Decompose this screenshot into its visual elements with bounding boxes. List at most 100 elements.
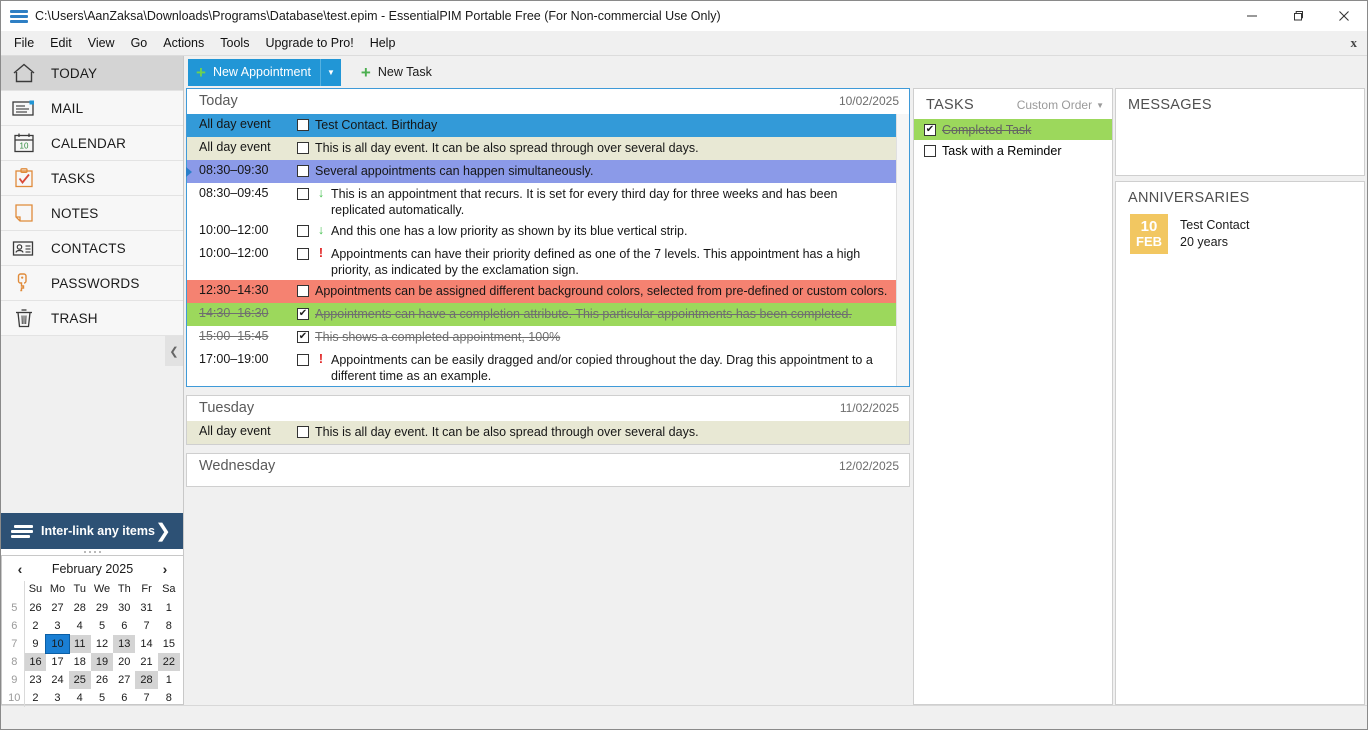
calendar-day-cell[interactable]: 8 [158, 617, 180, 635]
appointment-scrollbar[interactable] [896, 114, 909, 386]
minimize-button[interactable] [1229, 1, 1275, 31]
calendar-day-cell[interactable]: 29 [91, 599, 113, 617]
sidebar-item-trash[interactable]: TRASH [1, 301, 183, 336]
calendar-day-cell[interactable]: 5 [91, 689, 113, 707]
menu-go[interactable]: Go [123, 33, 156, 53]
maximize-button[interactable] [1275, 1, 1321, 31]
calendar-day-cell[interactable]: 14 [135, 635, 157, 653]
calendar-day-cell[interactable]: 1 [158, 599, 180, 617]
inter-link-bar[interactable]: Inter-link any items ❯ [1, 513, 183, 549]
calendar-day-cell[interactable]: 17 [46, 653, 68, 671]
task-row[interactable]: Task with a Reminder [914, 140, 1112, 161]
calendar-day-cell[interactable]: 27 [46, 599, 68, 617]
task-row[interactable]: ✔ Completed Task [914, 119, 1112, 140]
tasks-sort-dropdown[interactable]: Custom Order ▼ [1017, 98, 1104, 112]
appointment-checkbox[interactable] [297, 188, 309, 200]
calendar-day-cell[interactable]: 6 [113, 617, 135, 635]
calendar-day-cell[interactable]: 23 [24, 671, 46, 689]
calendar-day-cell[interactable]: 6 [113, 689, 135, 707]
calendar-day-cell[interactable]: 7 [135, 617, 157, 635]
menu-actions[interactable]: Actions [155, 33, 212, 53]
appointment-checkbox[interactable] [297, 354, 309, 366]
menu-file[interactable]: File [6, 33, 42, 53]
appointment-checkbox[interactable] [297, 165, 309, 177]
calendar-day-cell[interactable]: 2 [24, 689, 46, 707]
menu-help[interactable]: Help [362, 33, 404, 53]
sidebar-item-notes[interactable]: NOTES [1, 196, 183, 231]
appointment-row[interactable]: 12:30–14:30 Appointments can be assigned … [187, 280, 896, 303]
new-appointment-dropdown[interactable]: ▼ [319, 58, 341, 86]
calendar-day-cell[interactable]: 16 [24, 653, 47, 671]
calendar-day-cell[interactable]: 11 [68, 635, 91, 653]
calendar-day-cell[interactable]: 28 [69, 599, 91, 617]
calendar-day-cell[interactable]: 24 [46, 671, 68, 689]
appointment-row[interactable]: 14:30–16:30 ✔ Appointments can have a comp… [187, 303, 896, 326]
appointment-row[interactable]: 08:30–09:45 ↓ This is an appointment that … [187, 183, 896, 220]
calendar-day-cell[interactable]: 18 [69, 653, 91, 671]
appointment-checkbox[interactable]: ✔ [297, 308, 309, 320]
calendar-day-cell[interactable]: 27 [113, 671, 135, 689]
next-month-button[interactable]: › [158, 561, 172, 577]
collapse-sidebar-button[interactable]: ❮ [165, 336, 183, 366]
new-task-button[interactable]: + New Task [355, 59, 438, 86]
sidebar-item-today[interactable]: TODAY [1, 56, 183, 91]
appointment-checkbox[interactable] [297, 426, 309, 438]
sidebar-item-passwords[interactable]: PASSWORDS [1, 266, 183, 301]
calendar-day-cell[interactable]: 2 [24, 617, 46, 635]
menu-tools[interactable]: Tools [212, 33, 257, 53]
prev-month-button[interactable]: ‹ [13, 561, 27, 577]
calendar-day-cell[interactable]: 22 [157, 653, 180, 671]
appointment-row[interactable]: All day event Test Contact. Birthday [187, 114, 896, 137]
menu-view[interactable]: View [80, 33, 123, 53]
sidebar-item-mail[interactable]: MAIL [1, 91, 183, 126]
calendar-day-cell[interactable]: 26 [24, 599, 46, 617]
appointment-row[interactable]: 17:00–19:00! Appointments can be easily d… [187, 349, 896, 386]
calendar-day-cell[interactable]: 31 [135, 599, 157, 617]
menu-upgrade-to-pro[interactable]: Upgrade to Pro! [257, 33, 361, 53]
calendar-day-cell[interactable]: 15 [158, 635, 180, 653]
sidebar-item-calendar[interactable]: 10 CALENDAR [1, 126, 183, 161]
appointment-row[interactable]: All day event This is all day event. It c… [187, 421, 909, 444]
calendar-day-cell[interactable]: 28 [135, 671, 158, 689]
calendar-day-cell[interactable]: 5 [91, 617, 113, 635]
new-appointment-button[interactable]: + New Appointment ▼ [188, 58, 341, 86]
appointment-row[interactable]: 08:30–09:30 Several appointments can happ… [186, 160, 896, 183]
calendar-day-cell[interactable]: 4 [69, 689, 91, 707]
calendar-day-cell[interactable]: 1 [158, 671, 180, 689]
appointment-checkbox[interactable] [297, 248, 309, 260]
appointment-row[interactable]: 10:00–12:00! Appointments can have their … [187, 243, 896, 280]
calendar-day-cell[interactable]: 20 [113, 653, 135, 671]
calendar-day-cell[interactable]: 12 [91, 635, 113, 653]
calendar-day-cell[interactable]: 10 [45, 634, 70, 654]
sidebar-item-tasks[interactable]: TASKS [1, 161, 183, 196]
calendar-day-cell[interactable]: 4 [69, 617, 91, 635]
appointment-row[interactable]: 15:00–15:45 ✔ This shows a completed appoi… [187, 326, 896, 349]
menu-edit[interactable]: Edit [42, 33, 80, 53]
calendar-day-cell[interactable]: 13 [113, 635, 136, 653]
close-document-icon[interactable]: x [1351, 35, 1358, 51]
calendar-day-cell[interactable]: 7 [135, 689, 157, 707]
sidebar-item-contacts[interactable]: CONTACTS [1, 231, 183, 266]
appointment-row[interactable]: 10:00–12:00 ↓ And this one has a low prior… [187, 220, 896, 243]
calendar-day-cell[interactable]: 3 [46, 617, 68, 635]
appointment-checkbox[interactable] [297, 285, 309, 297]
calendar-day-cell[interactable]: 8 [158, 689, 180, 707]
calendar-day-cell[interactable]: 3 [46, 689, 68, 707]
chevron-right-icon[interactable]: ❯ [155, 522, 171, 541]
calendar-day-cell[interactable]: 25 [68, 671, 91, 689]
calendar-day-cell[interactable]: 19 [90, 653, 114, 671]
calendar-day-cell[interactable]: 30 [113, 599, 135, 617]
close-button[interactable] [1321, 1, 1367, 31]
sidebar-item-label: TODAY [51, 65, 98, 81]
calendar-day-cell[interactable]: 9 [24, 635, 46, 653]
task-checkbox[interactable]: ✔ [924, 123, 936, 136]
anniversary-item[interactable]: 10 FEB Test Contact 20 years [1116, 212, 1364, 254]
appointment-row[interactable]: All day event This is all day event. It c… [187, 137, 896, 160]
appointment-checkbox[interactable] [297, 142, 309, 154]
task-checkbox[interactable] [924, 144, 936, 157]
appointment-checkbox[interactable] [297, 119, 309, 131]
appointment-checkbox[interactable]: ✔ [297, 331, 309, 343]
calendar-day-cell[interactable]: 26 [91, 671, 113, 689]
calendar-day-cell[interactable]: 21 [135, 653, 157, 671]
appointment-checkbox[interactable] [297, 225, 309, 237]
